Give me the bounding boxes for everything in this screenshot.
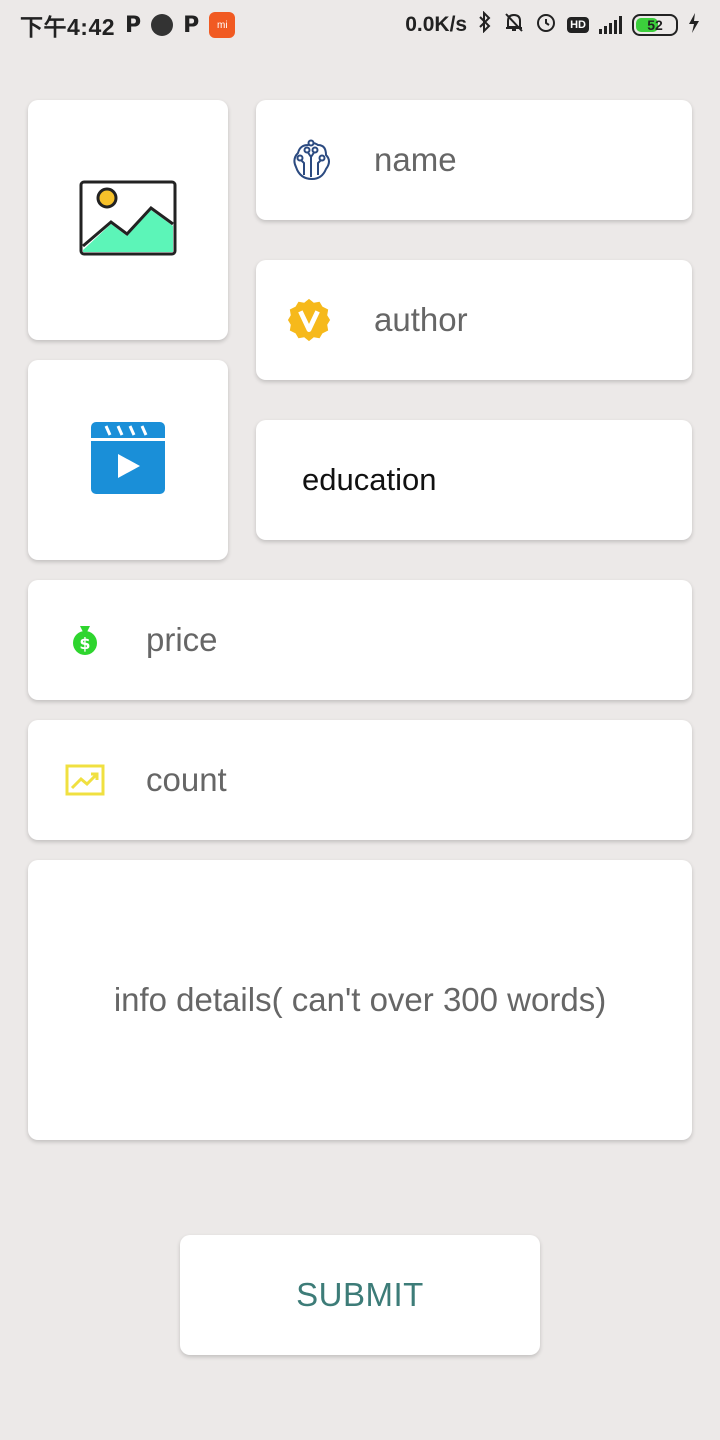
details-placeholder: info details( can't over 300 words) xyxy=(113,981,607,1018)
image-picker[interactable] xyxy=(28,100,228,340)
hd-icon: HD xyxy=(567,17,589,33)
globe-icon xyxy=(151,14,174,36)
p-app-icon: P xyxy=(125,12,142,38)
bluetooth-icon xyxy=(477,10,493,39)
brain-circuit-icon xyxy=(288,137,334,183)
charging-icon xyxy=(688,12,700,38)
name-label: name xyxy=(374,141,457,178)
details-textarea[interactable]: info details( can't over 300 words) xyxy=(28,860,692,1140)
trend-chart-icon xyxy=(62,757,108,803)
status-bar-left: 下午4:42 P P mi xyxy=(20,8,236,42)
battery-level: 52 xyxy=(647,17,663,33)
svg-text:$: $ xyxy=(79,634,90,653)
category-value: education xyxy=(302,462,437,497)
submit-button[interactable]: SUBMIT xyxy=(180,1235,540,1355)
alarm-icon xyxy=(535,11,557,39)
count-field[interactable]: count xyxy=(28,720,692,840)
mi-app-icon: mi xyxy=(209,12,236,38)
price-label: price xyxy=(146,621,218,658)
video-icon xyxy=(90,420,166,501)
name-field[interactable]: name xyxy=(256,100,692,220)
signal-icon xyxy=(599,16,622,34)
author-field[interactable]: author xyxy=(256,260,692,380)
status-bar-right: 0.0K/s HD 52 xyxy=(405,10,700,39)
status-time: 下午4:42 xyxy=(20,14,116,40)
status-bar: 下午4:42 P P mi 0.0K/s HD 52 xyxy=(0,0,720,50)
video-picker[interactable] xyxy=(28,360,228,560)
category-select[interactable]: education xyxy=(256,420,692,540)
p-app-icon-2: P xyxy=(183,12,200,38)
image-icon xyxy=(79,180,177,261)
count-label: count xyxy=(146,761,227,798)
money-bag-icon: $ xyxy=(62,617,108,663)
author-label: author xyxy=(374,301,468,338)
price-field[interactable]: $ price xyxy=(28,580,692,700)
verified-v-badge-icon xyxy=(286,297,332,343)
net-speed: 0.0K/s xyxy=(405,13,468,36)
submit-label: SUBMIT xyxy=(296,1276,424,1313)
battery-icon: 52 xyxy=(632,14,678,36)
mute-bell-icon xyxy=(503,11,525,39)
